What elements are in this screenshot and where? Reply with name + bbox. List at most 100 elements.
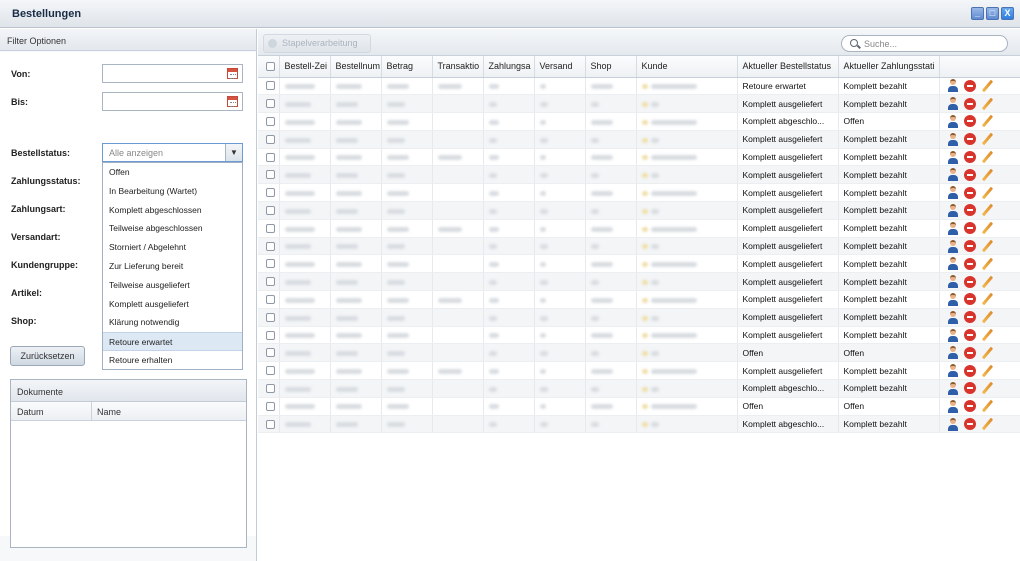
user-icon[interactable] bbox=[947, 79, 959, 93]
checkbox[interactable] bbox=[266, 81, 275, 91]
checkbox[interactable] bbox=[266, 312, 275, 322]
table-row[interactable]: Komplett ausgeliefert Komplett bezahlt bbox=[258, 201, 1020, 220]
checkbox[interactable] bbox=[266, 401, 275, 411]
table-row[interactable]: Offen Offen bbox=[258, 397, 1020, 416]
search-input[interactable]: Suche... bbox=[841, 35, 1008, 52]
column-header-shop[interactable]: Shop bbox=[585, 56, 637, 78]
edit-icon[interactable] bbox=[981, 133, 993, 145]
table-row[interactable]: Komplett abgeschlo... Offen bbox=[258, 112, 1020, 131]
row-checkbox-cell[interactable] bbox=[258, 415, 280, 434]
batch-processing-button[interactable]: Stapelverarbeitung bbox=[263, 34, 371, 53]
delete-icon[interactable] bbox=[963, 364, 976, 377]
documents-column-datum[interactable]: Datum bbox=[17, 407, 44, 417]
user-icon[interactable] bbox=[947, 186, 959, 200]
checkbox[interactable] bbox=[266, 277, 275, 287]
dropdown-option[interactable]: Klärung notwendig bbox=[103, 313, 242, 332]
edit-icon[interactable] bbox=[981, 80, 993, 92]
user-icon[interactable] bbox=[947, 168, 959, 182]
delete-icon[interactable] bbox=[963, 418, 976, 431]
table-row[interactable]: Komplett ausgeliefert Komplett bezahlt bbox=[258, 308, 1020, 327]
documents-column-name[interactable]: Name bbox=[97, 407, 121, 417]
table-row[interactable]: Offen Offen bbox=[258, 343, 1020, 363]
column-header-versand[interactable]: Versand bbox=[534, 56, 586, 78]
user-icon[interactable] bbox=[947, 328, 959, 342]
dropdown-option[interactable]: In Bearbeitung (Wartet) bbox=[103, 182, 242, 201]
delete-icon[interactable] bbox=[963, 382, 976, 395]
delete-icon[interactable] bbox=[963, 151, 976, 164]
row-checkbox-cell[interactable] bbox=[258, 290, 280, 309]
dropdown-option[interactable]: Retoure erhalten bbox=[103, 351, 242, 370]
row-checkbox-cell[interactable] bbox=[258, 237, 280, 256]
checkbox[interactable] bbox=[266, 383, 275, 393]
user-icon[interactable] bbox=[947, 310, 959, 324]
dropdown-option[interactable]: Teilweise ausgeliefert bbox=[103, 276, 242, 295]
table-row[interactable]: Komplett ausgeliefert Komplett bezahlt bbox=[258, 361, 1020, 381]
table-row[interactable]: Komplett ausgeliefert Komplett bezahlt bbox=[258, 326, 1020, 345]
edit-icon[interactable] bbox=[981, 258, 993, 270]
table-row[interactable]: Komplett ausgeliefert Komplett bezahlt bbox=[258, 148, 1020, 167]
row-checkbox-cell[interactable] bbox=[258, 165, 280, 185]
row-checkbox-cell[interactable] bbox=[258, 254, 280, 274]
dropdown-option[interactable]: Zur Lieferung bereit bbox=[103, 257, 242, 276]
delete-icon[interactable] bbox=[963, 186, 976, 199]
calendar-icon[interactable] bbox=[227, 96, 238, 107]
row-checkbox-cell[interactable] bbox=[258, 219, 280, 238]
row-checkbox-cell[interactable] bbox=[258, 308, 280, 327]
edit-icon[interactable] bbox=[981, 329, 993, 341]
edit-icon[interactable] bbox=[981, 169, 993, 181]
checkbox[interactable] bbox=[266, 61, 275, 71]
dropdown-option[interactable]: Komplett ausgeliefert bbox=[103, 295, 242, 314]
row-checkbox-cell[interactable] bbox=[258, 130, 280, 149]
checkbox[interactable] bbox=[266, 116, 275, 126]
delete-icon[interactable] bbox=[963, 204, 976, 217]
row-checkbox-cell[interactable] bbox=[258, 148, 280, 167]
checkbox[interactable] bbox=[266, 170, 275, 180]
user-icon[interactable] bbox=[947, 150, 959, 164]
chevron-down-icon[interactable]: ▼ bbox=[225, 144, 242, 161]
checkbox[interactable] bbox=[266, 366, 275, 376]
edit-icon[interactable] bbox=[981, 222, 993, 234]
checkbox[interactable] bbox=[266, 348, 275, 358]
column-header-transaktion[interactable]: Transaktio bbox=[432, 56, 484, 78]
table-row[interactable]: Komplett ausgeliefert Komplett bezahlt bbox=[258, 237, 1020, 256]
row-checkbox-cell[interactable] bbox=[258, 272, 280, 292]
delete-icon[interactable] bbox=[963, 115, 976, 128]
calendar-icon[interactable] bbox=[227, 68, 238, 79]
delete-icon[interactable] bbox=[963, 240, 976, 253]
checkbox[interactable] bbox=[266, 330, 275, 340]
edit-icon[interactable] bbox=[981, 418, 993, 430]
table-row[interactable]: Komplett ausgeliefert Komplett bezahlt bbox=[258, 290, 1020, 309]
user-icon[interactable] bbox=[947, 399, 959, 413]
close-button[interactable]: X bbox=[1001, 7, 1014, 20]
delete-icon[interactable] bbox=[963, 311, 976, 324]
edit-icon[interactable] bbox=[981, 98, 993, 110]
user-icon[interactable] bbox=[947, 203, 959, 217]
checkbox[interactable] bbox=[266, 188, 275, 198]
row-checkbox-cell[interactable] bbox=[258, 379, 280, 398]
checkbox[interactable] bbox=[266, 152, 275, 162]
user-icon[interactable] bbox=[947, 114, 959, 128]
edit-icon[interactable] bbox=[981, 311, 993, 323]
dropdown-option[interactable]: Offen bbox=[103, 163, 242, 182]
checkbox[interactable] bbox=[266, 99, 275, 109]
dropdown-option-selected[interactable]: Retoure erwartet bbox=[103, 332, 242, 351]
delete-icon[interactable] bbox=[963, 346, 976, 359]
delete-icon[interactable] bbox=[963, 79, 976, 92]
table-row[interactable]: Komplett ausgeliefert Komplett bezahlt bbox=[258, 272, 1020, 292]
row-checkbox-cell[interactable] bbox=[258, 397, 280, 416]
delete-icon[interactable] bbox=[963, 400, 976, 413]
von-date-input[interactable] bbox=[102, 64, 243, 83]
row-checkbox-cell[interactable] bbox=[258, 201, 280, 220]
row-checkbox-cell[interactable] bbox=[258, 94, 280, 114]
column-header-bestellzeit[interactable]: Bestell-Zei bbox=[279, 56, 331, 78]
edit-icon[interactable] bbox=[981, 151, 993, 163]
row-checkbox-cell[interactable] bbox=[258, 77, 280, 96]
checkbox[interactable] bbox=[266, 419, 275, 429]
dropdown-option[interactable]: Komplett abgeschlossen bbox=[103, 201, 242, 220]
column-header-betrag[interactable]: Betrag bbox=[381, 56, 433, 78]
edit-icon[interactable] bbox=[981, 347, 993, 359]
minimize-button[interactable]: _ bbox=[971, 7, 984, 20]
checkbox[interactable] bbox=[266, 241, 275, 251]
row-checkbox-cell[interactable] bbox=[258, 183, 280, 203]
user-icon[interactable] bbox=[947, 239, 959, 253]
